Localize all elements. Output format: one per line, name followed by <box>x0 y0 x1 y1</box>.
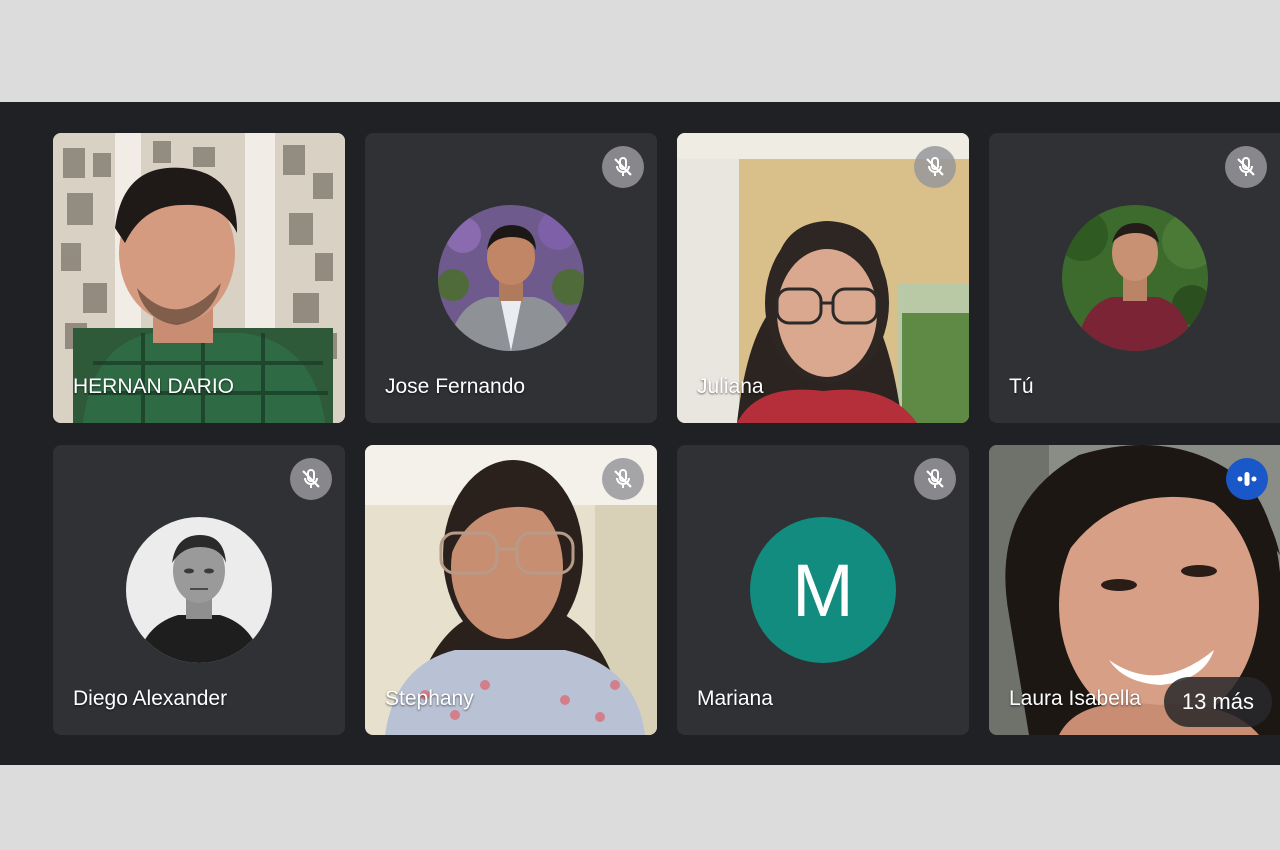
participant-tile-mariana[interactable]: M Mariana <box>677 445 969 735</box>
participant-tile-diego-alexander[interactable]: Diego Alexander <box>53 445 345 735</box>
participant-tile-hernan-dario[interactable]: HERNAN DARIO <box>53 133 345 423</box>
participant-name: Jose Fernando <box>385 375 526 398</box>
participant-name: Stephany <box>385 687 474 710</box>
mic-off-icon <box>914 146 956 188</box>
more-participants-button[interactable]: 13 más <box>1163 677 1272 727</box>
mic-off-icon <box>602 458 644 500</box>
audio-level-icon <box>1226 458 1268 500</box>
participant-name: Mariana <box>697 687 773 710</box>
participant-tile-self[interactable]: Tú <box>989 133 1280 423</box>
meeting-grid: HERNAN DARIO Jose Fernando Juliana Tú Di… <box>0 102 1280 765</box>
participant-name: HERNAN DARIO <box>73 375 235 398</box>
letter-avatar: M <box>750 517 896 663</box>
mic-off-icon <box>914 458 956 500</box>
avatar <box>1062 205 1208 351</box>
participant-name: Diego Alexander <box>73 687 228 710</box>
mic-off-icon <box>1225 146 1267 188</box>
mic-off-icon <box>602 146 644 188</box>
participant-name: Tú <box>1009 375 1034 398</box>
participant-name: Laura Isabella <box>1009 687 1141 710</box>
participant-tile-laura-isabella[interactable]: Laura Isabella 13 más <box>989 445 1280 735</box>
participant-tile-jose-fernando[interactable]: Jose Fernando <box>365 133 657 423</box>
avatar <box>438 205 584 351</box>
participant-tile-stephany[interactable]: Stephany <box>365 445 657 735</box>
avatar <box>126 517 272 663</box>
mic-off-icon <box>290 458 332 500</box>
participant-name: Juliana <box>697 375 764 398</box>
participant-tile-juliana[interactable]: Juliana <box>677 133 969 423</box>
